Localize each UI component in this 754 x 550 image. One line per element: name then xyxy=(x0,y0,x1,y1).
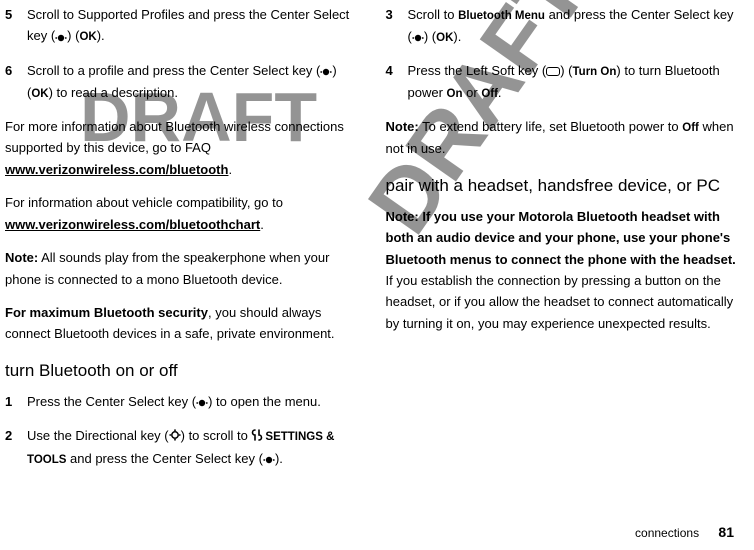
ok-label: OK xyxy=(31,88,48,100)
step-2: 2 Use the Directional key ( ) to scroll t… xyxy=(5,425,356,470)
step-number: 3 xyxy=(386,4,408,48)
note-bold: Note: If you use your Motorola Bluetooth… xyxy=(386,209,736,267)
text: All sounds play from the speakerphone wh… xyxy=(5,250,329,286)
left-soft-key-icon xyxy=(546,67,560,76)
faq-paragraph: For more information about Bluetooth wir… xyxy=(5,116,356,180)
text: ) ( xyxy=(424,29,436,44)
directional-key-icon xyxy=(169,426,181,447)
text: Scroll to xyxy=(408,7,459,22)
step-number: 4 xyxy=(386,60,408,104)
text: ) ( xyxy=(560,63,572,78)
ok-label: OK xyxy=(436,32,453,44)
ok-label: OK xyxy=(79,31,96,43)
page-number: 81 xyxy=(718,524,734,540)
text: Press the Center Select key ( xyxy=(27,394,196,409)
text: For information about vehicle compatibil… xyxy=(5,195,283,210)
text: Use the Directional key ( xyxy=(27,428,169,443)
section-name: connections xyxy=(635,526,699,540)
page-columns: 5 Scroll to Supported Profiles and press… xyxy=(5,4,736,512)
center-select-key-icon xyxy=(55,26,67,47)
text: To extend battery life, set Bluetooth po… xyxy=(419,119,683,134)
note-paragraph: Note: To extend battery life, set Blueto… xyxy=(386,116,737,159)
text: ) to read a description. xyxy=(49,85,178,100)
text: Scroll to a profile and press the Center… xyxy=(27,63,320,78)
step-number: 6 xyxy=(5,60,27,104)
step-5: 5 Scroll to Supported Profiles and press… xyxy=(5,4,356,48)
step-text: Use the Directional key () to scroll to … xyxy=(27,425,356,470)
text: Press the Left Soft key ( xyxy=(408,63,547,78)
on-label: On xyxy=(447,88,463,100)
text: . xyxy=(260,217,264,232)
step-text: Scroll to Supported Profiles and press t… xyxy=(27,4,356,48)
text: ). xyxy=(275,451,283,466)
step-6: 6 Scroll to a profile and press the Cent… xyxy=(5,60,356,104)
text: ) to scroll to xyxy=(181,428,252,443)
step-number: 1 xyxy=(5,391,27,413)
bluetooth-menu-label: Bluetooth Menu xyxy=(458,10,545,22)
link-bluetooth-faq: www.verizonwireless.com/bluetooth xyxy=(5,162,228,177)
center-select-key-icon xyxy=(412,27,424,48)
text: . xyxy=(498,85,502,100)
text: or xyxy=(463,85,482,100)
note-label: Note: xyxy=(386,119,419,134)
step-text: Press the Left Soft key () (Turn On) to … xyxy=(408,60,737,104)
text: ) to open the menu. xyxy=(208,394,321,409)
step-1: 1 Press the Center Select key ( ) to open… xyxy=(5,391,356,413)
step-4: 4 Press the Left Soft key () (Turn On) t… xyxy=(386,60,737,104)
step-number: 2 xyxy=(5,425,27,470)
off-label: Off xyxy=(682,122,699,134)
step-text: Scroll to Bluetooth Menu and press the C… xyxy=(408,4,737,48)
step-text: Press the Center Select key ( ) to open t… xyxy=(27,391,356,413)
step-text: Scroll to a profile and press the Center… xyxy=(27,60,356,104)
off-label: Off xyxy=(481,88,498,100)
text: ). xyxy=(453,29,461,44)
text: ). xyxy=(97,28,105,43)
text: For more information about Bluetooth wir… xyxy=(5,119,344,155)
center-select-key-icon xyxy=(320,61,332,82)
text: If you establish the connection by press… xyxy=(386,273,734,331)
turn-on-label: Turn On xyxy=(573,66,617,78)
text: ) ( xyxy=(67,28,79,43)
text: and press the Center Select key ( xyxy=(66,451,263,466)
link-bluetooth-chart: www.verizonwireless.com/bluetoothchart xyxy=(5,217,260,232)
text: . xyxy=(228,162,232,177)
security-paragraph: For maximum Bluetooth security, you shou… xyxy=(5,302,356,345)
note-paragraph: Note: All sounds play from the speakerph… xyxy=(5,247,356,290)
center-select-key-icon xyxy=(263,448,275,469)
step-number: 5 xyxy=(5,4,27,48)
step-3: 3 Scroll to Bluetooth Menu and press the… xyxy=(386,4,737,48)
page-footer: connections 81 xyxy=(635,521,734,544)
security-label: For maximum Bluetooth security xyxy=(5,305,208,320)
settings-tools-icon xyxy=(251,426,263,447)
faq-paragraph: For information about vehicle compatibil… xyxy=(5,192,356,235)
heading-turn-bluetooth: turn Bluetooth on or off xyxy=(5,357,356,385)
note-label: Note: xyxy=(5,250,38,265)
center-select-key-icon xyxy=(196,392,208,413)
note-paragraph: Note: If you use your Motorola Bluetooth… xyxy=(386,206,737,335)
heading-pair-headset: pair with a headset, handsfree device, o… xyxy=(386,172,737,200)
